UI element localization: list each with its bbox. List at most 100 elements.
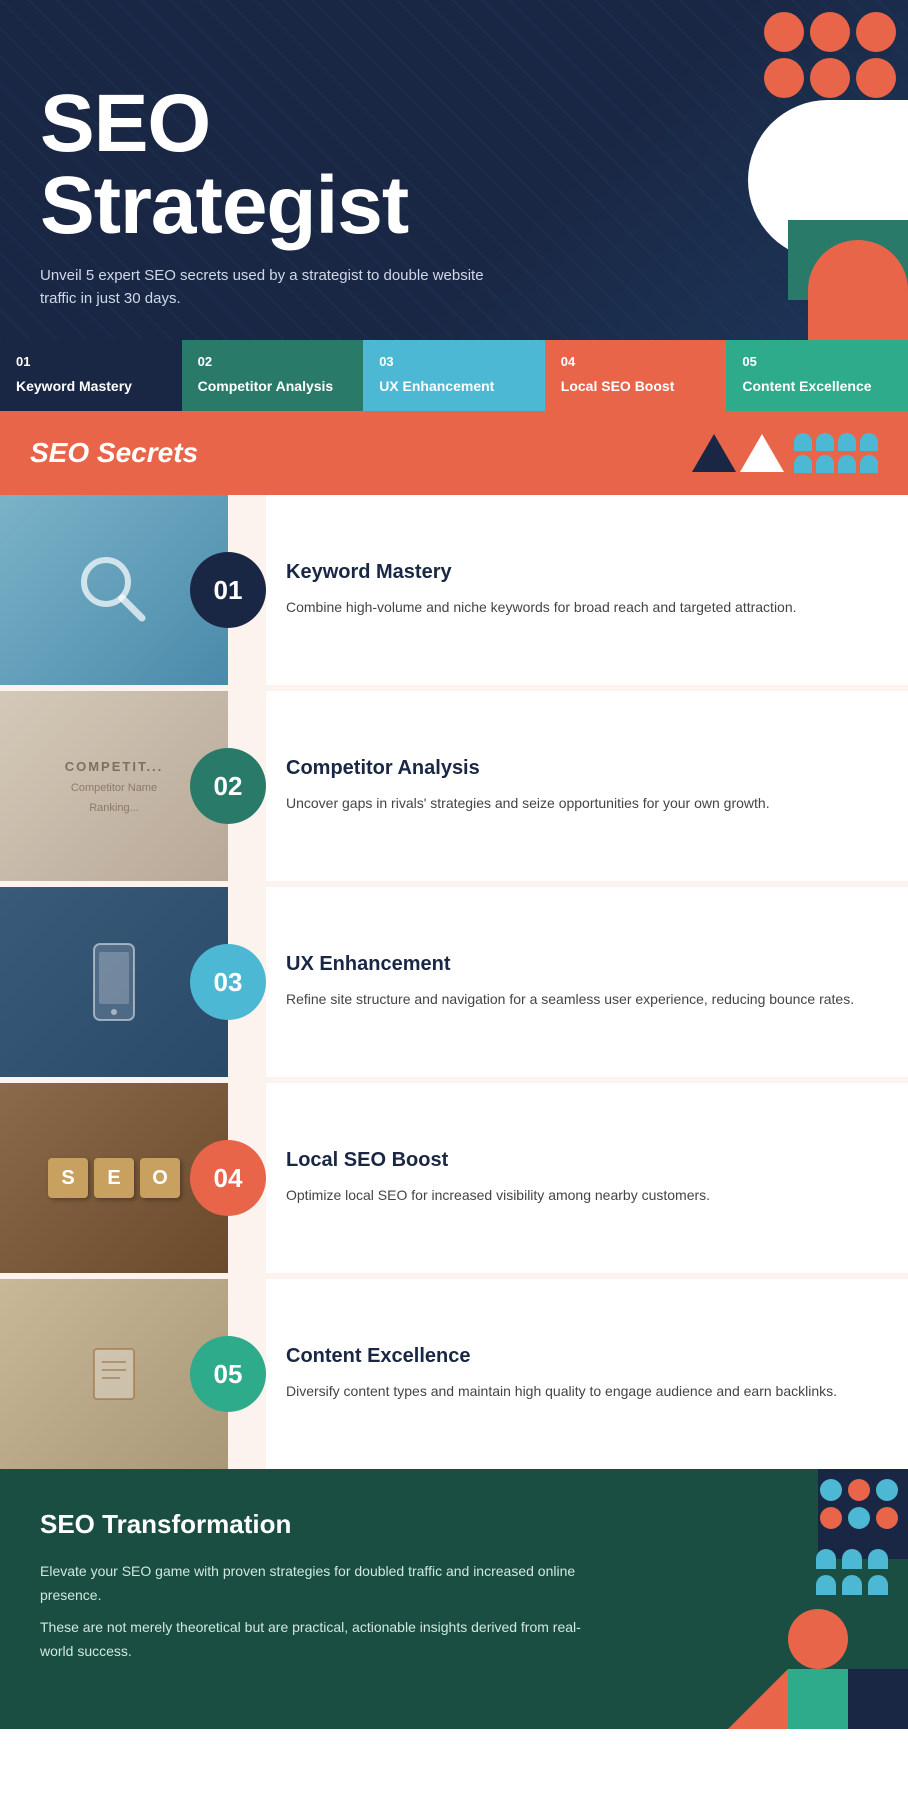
- deco-circle-5: [810, 58, 850, 98]
- secret-desc-4: Optimize local SEO for increased visibil…: [286, 1184, 880, 1206]
- secret-desc-1: Combine high-volume and niche keywords f…: [286, 596, 880, 618]
- tab-item-5[interactable]: 05 Content Excellence: [726, 340, 908, 411]
- tabs-section: 01 Keyword Mastery 02 Competitor Analysi…: [0, 340, 908, 411]
- tab-label-3: UX Enhancement: [379, 377, 529, 395]
- fwg-4: [816, 1575, 836, 1595]
- tab-item-2[interactable]: 02 Competitor Analysis: [182, 340, 364, 411]
- secret-text-1: Keyword Mastery Combine high-volume and …: [266, 495, 908, 685]
- secrets-list: 01 Keyword Mastery Combine high-volume a…: [0, 495, 908, 1469]
- fdg-2: [848, 1479, 870, 1501]
- banner-decorations: [692, 433, 878, 473]
- footer-title: SEO Transformation: [40, 1509, 600, 1540]
- banner-tri-white-1: [740, 434, 784, 472]
- footer-text-1: Elevate your SEO game with proven strate…: [40, 1560, 600, 1608]
- notebook-icon: [84, 1344, 144, 1404]
- tab-label-4: Local SEO Boost: [561, 377, 711, 395]
- deco-orange-half: [808, 240, 908, 340]
- hero-section: SEO Strategist Unveil 5 expert SEO secre…: [0, 0, 908, 340]
- footer-text-2: These are not merely theoretical but are…: [40, 1616, 600, 1664]
- fdg-5: [848, 1507, 870, 1529]
- deco-circle-3: [856, 12, 896, 52]
- wave-4: [860, 433, 878, 451]
- tab-num-3: 03: [379, 354, 529, 369]
- footer-content: SEO Transformation Elevate your SEO game…: [40, 1509, 600, 1663]
- circle-num-4: 04: [190, 1140, 266, 1216]
- magnify-icon: [74, 550, 154, 630]
- hero-subtitle: Unveil 5 expert SEO secrets used by a st…: [40, 265, 500, 310]
- tab-item-3[interactable]: 03 UX Enhancement: [363, 340, 545, 411]
- wave-1: [794, 433, 812, 451]
- wave-2: [816, 433, 834, 451]
- footer-wave-grid: [816, 1549, 888, 1595]
- circle-num-container-2: 02: [190, 691, 266, 881]
- circle-num-1: 01: [190, 552, 266, 628]
- secret-heading-4: Local SEO Boost: [286, 1149, 880, 1172]
- wave-7: [838, 455, 856, 473]
- secret-desc-5: Diversify content types and maintain hig…: [286, 1380, 880, 1402]
- circle-num-2: 02: [190, 748, 266, 824]
- tab-item-4[interactable]: 04 Local SEO Boost: [545, 340, 727, 411]
- wave-5: [794, 455, 812, 473]
- fwg-2: [842, 1549, 862, 1569]
- tab-num-4: 04: [561, 354, 711, 369]
- tab-item-1[interactable]: 01 Keyword Mastery: [0, 340, 182, 411]
- footer-green-rect: [788, 1669, 848, 1729]
- secret-heading-3: UX Enhancement: [286, 953, 880, 976]
- seo-tile-e: E: [94, 1158, 134, 1198]
- fwg-1: [816, 1549, 836, 1569]
- circle-num-5: 05: [190, 1336, 266, 1412]
- secret-desc-2: Uncover gaps in rivals' strategies and s…: [286, 792, 880, 814]
- secret-text-3: UX Enhancement Refine site structure and…: [266, 887, 908, 1077]
- fdg-3: [876, 1479, 898, 1501]
- footer-orange-circle: [788, 1609, 848, 1669]
- circle-num-container-4: 04: [190, 1083, 266, 1273]
- secret-row-2: COMPETIT... Competitor Name Ranking... 0…: [0, 691, 908, 887]
- footer-deco-grid: [820, 1479, 898, 1529]
- seo-secrets-title: SEO Secrets: [30, 437, 198, 469]
- tab-num-5: 05: [742, 354, 892, 369]
- hero-title-line2: Strategist: [40, 160, 408, 251]
- secret-row-5: 05 Content Excellence Diversify content …: [0, 1279, 908, 1469]
- tab-label-1: Keyword Mastery: [16, 377, 166, 395]
- footer-decorations: [688, 1469, 908, 1729]
- circle-num-container-5: 05: [190, 1279, 266, 1469]
- banner-waves: [794, 433, 878, 473]
- seo-tile-s: S: [48, 1158, 88, 1198]
- deco-circle-4: [764, 58, 804, 98]
- secret-row-1: 01 Keyword Mastery Combine high-volume a…: [0, 495, 908, 691]
- secret-desc-3: Refine site structure and navigation for…: [286, 988, 880, 1010]
- fdg-1: [820, 1479, 842, 1501]
- fwg-3: [868, 1549, 888, 1569]
- secret-row-3: 03 UX Enhancement Refine site structure …: [0, 887, 908, 1083]
- deco-circle-6: [856, 58, 896, 98]
- tab-num-1: 01: [16, 354, 166, 369]
- deco-circles-top: [752, 0, 908, 110]
- tab-label-2: Competitor Analysis: [198, 377, 348, 395]
- wave-8: [860, 455, 878, 473]
- banner-triangles: [692, 434, 784, 472]
- footer-section: SEO Transformation Elevate your SEO game…: [0, 1469, 908, 1729]
- circle-num-container-3: 03: [190, 887, 266, 1077]
- secret-row-4: S E O 04 Local SEO Boost Optimize local …: [0, 1083, 908, 1279]
- wave-6: [816, 455, 834, 473]
- secret-text-4: Local SEO Boost Optimize local SEO for i…: [266, 1083, 908, 1273]
- hero-decorations: [648, 0, 908, 340]
- secret-heading-1: Keyword Mastery: [286, 561, 880, 584]
- secret-text-2: Competitor Analysis Uncover gaps in riva…: [266, 691, 908, 881]
- seo-tile-o: O: [140, 1158, 180, 1198]
- footer-dark-rect: [848, 1669, 908, 1729]
- deco-circle-2: [810, 12, 850, 52]
- circle-num-container-1: 01: [190, 495, 266, 685]
- hero-title-line1: SEO: [40, 78, 210, 169]
- secret-heading-2: Competitor Analysis: [286, 757, 880, 780]
- banner-tri-dark-1: [692, 434, 736, 472]
- footer-orange-triangle: [728, 1669, 788, 1729]
- deco-circle-1: [764, 12, 804, 52]
- seo-secrets-banner: SEO Secrets: [0, 411, 908, 495]
- circle-num-3: 03: [190, 944, 266, 1020]
- wave-3: [838, 433, 856, 451]
- tab-num-2: 02: [198, 354, 348, 369]
- phone-icon: [89, 942, 139, 1022]
- footer-bottom-deco: [728, 1669, 908, 1729]
- secret-text-5: Content Excellence Diversify content typ…: [266, 1279, 908, 1469]
